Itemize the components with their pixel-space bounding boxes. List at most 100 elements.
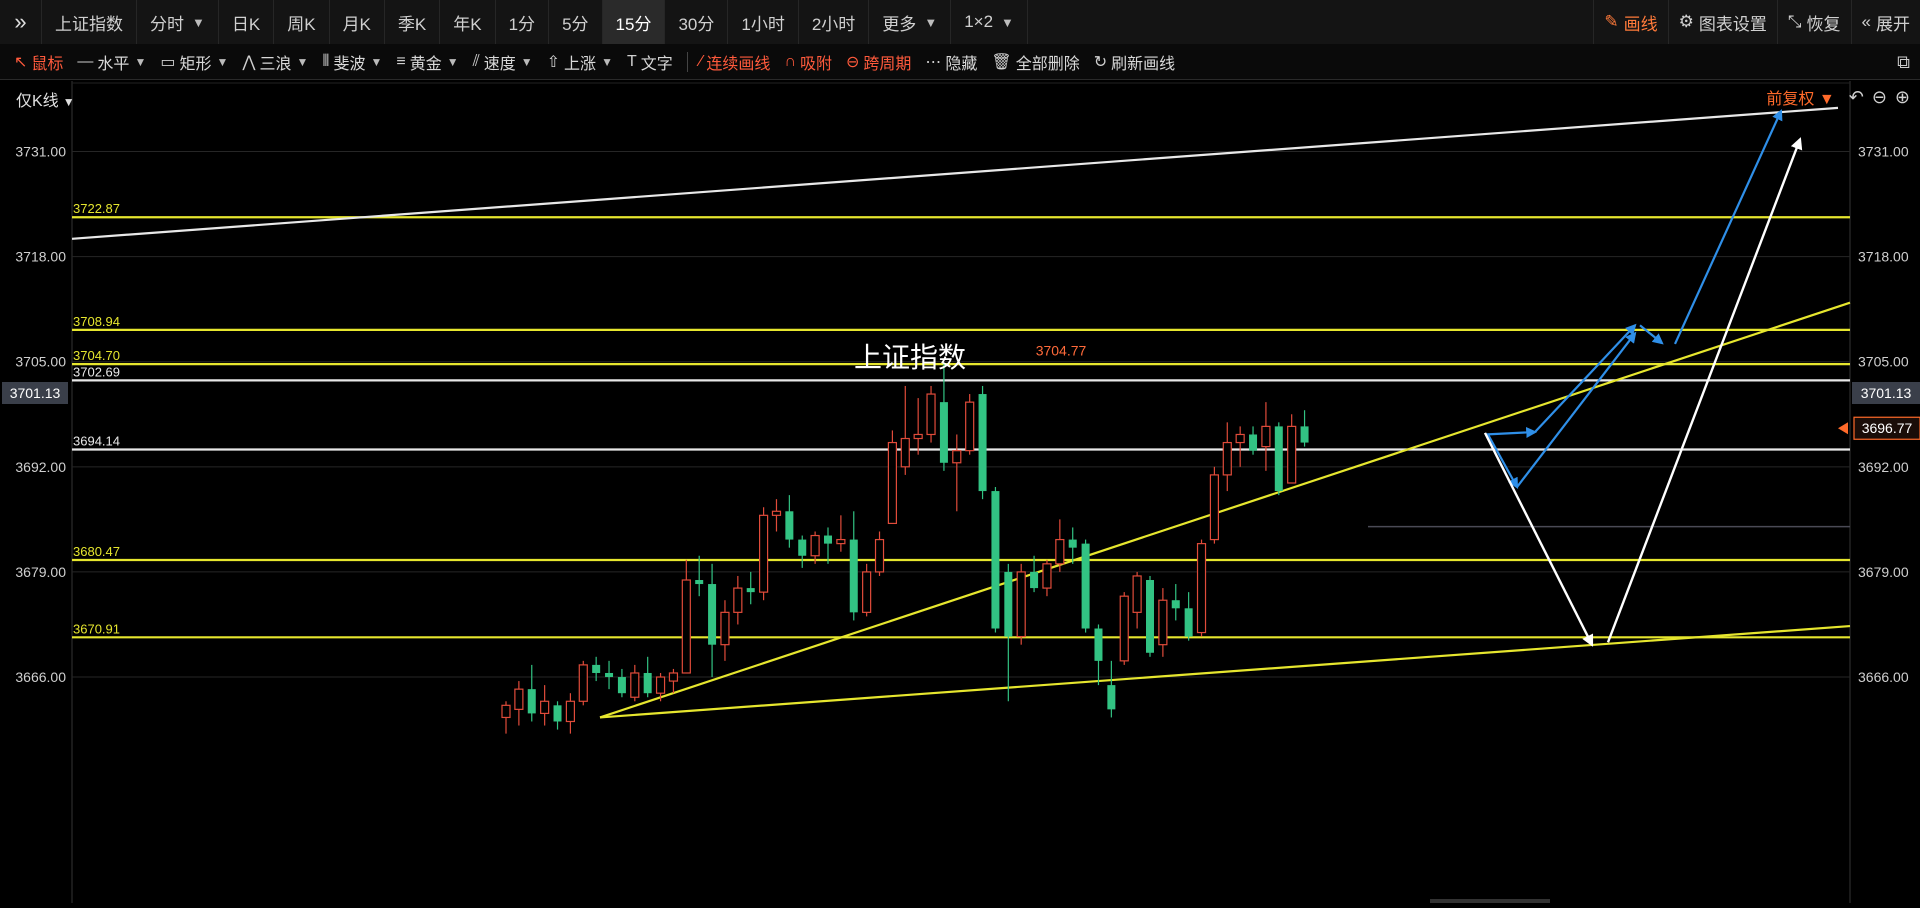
refresh-drawings-button[interactable]: ↻ 刷新画线 [1094,50,1175,74]
continuous-draw-button[interactable]: ∕ 连续画线 [700,50,771,74]
candle-body-up [1196,543,1207,634]
level-label: 3704.70 [73,348,120,363]
candle-body-up [733,587,743,613]
tool-text[interactable]: T 文字 [627,50,673,74]
tool-three-wave[interactable]: ⋀ 三浪 ▼ [242,50,308,74]
candle-body-down [1030,571,1039,589]
candle-body-up [758,514,769,593]
chart-panel[interactable]: 仅K线 ▼ 前复权 ▼ ↶ ⊖ ⊕ 3722.87 3708.94 3704.70 37… [0,81,1920,903]
candle-body-down [849,539,858,613]
candle-body-down [527,689,536,714]
tab-2hour[interactable]: 2小时 [799,0,870,44]
chevron-down-icon: ▼ [601,54,613,69]
candle-body-down [643,672,652,694]
tab-quarterly[interactable]: 季K [385,0,441,44]
y-tick-label-right: 3705.00 [1858,354,1909,370]
tool-mouse[interactable]: ↖ 鼠标 [14,50,63,74]
candle-body-down [1094,628,1103,661]
zoom-out-icon[interactable]: ⊖ [1872,87,1887,108]
candle-body-down [1081,543,1090,629]
current-price-label: 3696.77 [1862,420,1913,436]
tab-daily[interactable]: 日K [219,0,275,44]
y-tick-label-right: 3718.00 [1858,249,1909,265]
candle-body-up [1158,599,1168,646]
tool-rectangle[interactable]: ▭ 矩形 ▼ [160,50,228,74]
candlestick [887,430,898,525]
candle-body-down [617,677,626,694]
kline-chart[interactable]: 3722.87 3708.94 3704.703702.69 3694.14 3680.… [0,81,1920,903]
tab-1min[interactable]: 1分 [496,0,550,44]
level-label: 3702.69 [73,364,120,379]
candle-body-down [1146,580,1154,653]
candle-body-down [798,539,807,556]
candle-body-up [887,441,898,525]
candle-body-up [913,433,923,440]
tab-5min[interactable]: 5分 [549,0,603,44]
candle-body-up [1261,425,1271,448]
candlestick [926,385,936,443]
candle-body-down [991,491,1000,629]
cross-period-button[interactable]: ⊖ 跨周期 [846,50,911,74]
candle-body-down [1171,600,1180,609]
tab-1hour[interactable]: 1小时 [728,0,799,44]
delete-all-button[interactable]: 🗑 全部删除 [991,50,1079,74]
candle-body-up [1209,474,1220,541]
tool-speed[interactable]: ⫽ 速度 ▼ [473,50,533,74]
y-tick-label-left: 3718.00 [15,249,66,265]
expand-button[interactable]: «展开 [1850,0,1920,44]
horizontal-scroll-thumb [1430,899,1550,903]
tab-weekly[interactable]: 周K [274,0,330,44]
candlestick [1016,563,1026,645]
chart-settings-button[interactable]: ⚙ 图表设置 [1667,0,1777,44]
candlestick [1146,575,1154,657]
tool-rise[interactable]: ⇧ 上涨 ▼ [547,50,613,74]
candle-body-up [720,611,730,646]
tab-15min[interactable]: 15分 [602,0,666,44]
candlestick [991,487,1000,633]
kline-only-select[interactable]: 仅K线 ▼ [16,87,75,111]
restore-button[interactable]: ⤡ 恢复 [1776,0,1851,44]
tool-fibonacci[interactable]: ⦀ 斐波 ▼ [322,50,382,74]
draw-button[interactable]: ✎ 画线 [1593,0,1667,44]
y-tick-label-right: 3692.00 [1858,459,1909,475]
toolbar-divider [686,51,688,72]
candle-body-down [824,535,832,544]
snap-button[interactable]: ∩ 吸附 [784,50,832,74]
crosshair-price-label: 3701.13 [10,385,61,401]
up-arrow-icon: ⇧ [546,53,561,71]
window-restore-icon[interactable]: ⧉ [1897,52,1910,73]
hide-icon: ⋯ [925,53,942,71]
undo-icon[interactable]: ↶ [1849,87,1864,108]
y-tick-label-left: 3679.00 [15,564,66,580]
tab-yearly[interactable]: 年K [440,0,496,44]
tool-horizontal[interactable]: — 水平 ▼ [77,50,146,74]
refresh-icon: ↻ [1093,53,1108,71]
tab-30min[interactable]: 30分 [665,0,729,44]
hide-drawings-button[interactable]: ⋯ 隐藏 [925,50,977,74]
candle-body-down [1249,434,1258,451]
y-tick-label-left: 3705.00 [15,354,66,370]
chevron-down-icon: ▼ [520,54,533,69]
tool-golden[interactable]: ≡ 黄金 ▼ [396,50,458,74]
tab-intraday[interactable]: 分时 ▼ [137,0,219,44]
golden-ratio-icon: ≡ [396,52,406,70]
chevron-down-icon: ▼ [924,14,938,30]
level-label: 3670.91 [73,621,120,636]
tab-more[interactable]: 更多 ▼ [869,0,952,44]
candle-body-up [668,672,679,682]
candle-body-up [681,579,691,674]
tab-monthly[interactable]: 月K [330,0,385,44]
candle-body-up [578,664,588,702]
candle-body-down [1068,539,1077,548]
double-chevron-right-icon[interactable]: » [0,0,42,44]
candlestick [862,563,872,617]
price-adjust-select[interactable]: 前复权 ▼ [1766,85,1834,109]
cross-period-icon: ⊖ [845,53,860,71]
diagonal-line-icon: ∕ [699,52,703,70]
y-tick-label-left: 3692.00 [15,459,66,475]
candle-body-up [1235,433,1245,444]
zoom-in-icon[interactable]: ⊕ [1895,87,1910,108]
layout-select[interactable]: 1×2 ▼ [951,0,1028,44]
candle-body-up [862,571,872,613]
tab-symbol[interactable]: 上证指数 [42,0,137,44]
